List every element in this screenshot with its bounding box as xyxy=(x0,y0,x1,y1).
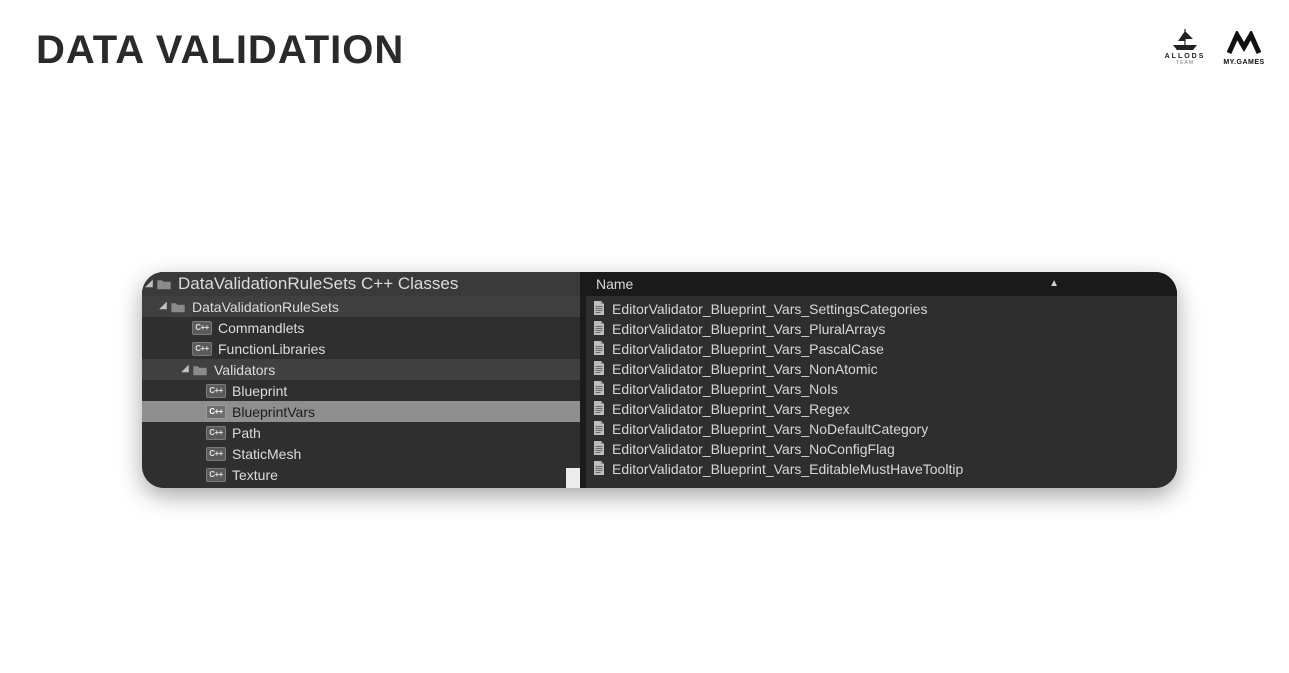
tree-item-label: Path xyxy=(232,425,261,441)
list-item-label: EditorValidator_Blueprint_Vars_Regex xyxy=(612,401,850,417)
list-item[interactable]: EditorValidator_Blueprint_Vars_NoDefault… xyxy=(592,419,1177,439)
document-icon xyxy=(592,340,606,359)
document-icon xyxy=(592,380,606,399)
list-item-label: EditorValidator_Blueprint_Vars_SettingsC… xyxy=(612,301,927,317)
folder-icon xyxy=(170,300,186,314)
document-icon xyxy=(592,460,606,479)
tree-item-label: Validators xyxy=(214,362,275,378)
expand-arrow-icon[interactable]: ◢ xyxy=(144,278,154,288)
list-item-label: EditorValidator_Blueprint_Vars_EditableM… xyxy=(612,461,963,477)
document-icon xyxy=(592,400,606,419)
cpp-icon: C++ xyxy=(206,468,226,482)
tree-root-label: DataValidationRuleSets C++ Classes xyxy=(178,274,458,294)
cpp-icon: C++ xyxy=(206,447,226,461)
allods-logo-sub: TEAM xyxy=(1176,60,1194,66)
tree-item[interactable]: ◢C++Blueprint xyxy=(142,380,580,401)
list-item-label: EditorValidator_Blueprint_Vars_NoIs xyxy=(612,381,838,397)
document-icon xyxy=(592,320,606,339)
tree-root[interactable]: ◢ DataValidationRuleSets C++ Classes xyxy=(142,272,580,296)
folder-icon xyxy=(192,363,208,377)
page-title: DATA VALIDATION xyxy=(36,28,404,73)
tree-item[interactable]: ◢C++Texture xyxy=(142,464,580,485)
cpp-icon: C++ xyxy=(206,384,226,398)
cpp-icon: C++ xyxy=(192,342,212,356)
tree-item[interactable]: ◢ DataValidationRuleSets xyxy=(142,296,580,317)
document-icon xyxy=(592,360,606,379)
allods-logo: ALLODS TEAM xyxy=(1161,22,1209,66)
tree-item-label: Texture xyxy=(232,467,278,483)
tree-item-label: Blueprint xyxy=(232,383,287,399)
list-item[interactable]: EditorValidator_Blueprint_Vars_PluralArr… xyxy=(592,319,1177,339)
list-header-name: Name xyxy=(596,276,633,292)
logo-group: ALLODS TEAM MY.GAMES xyxy=(1161,22,1269,66)
tree-item-label: BlueprintVars xyxy=(232,404,315,420)
mygames-icon xyxy=(1227,31,1261,57)
folder-icon xyxy=(156,277,172,291)
list-item[interactable]: EditorValidator_Blueprint_Vars_EditableM… xyxy=(592,459,1177,479)
list-item[interactable]: EditorValidator_Blueprint_Vars_PascalCas… xyxy=(592,339,1177,359)
list-item-label: EditorValidator_Blueprint_Vars_NonAtomic xyxy=(612,361,878,377)
tree-item-label: DataValidationRuleSets xyxy=(192,299,339,315)
tree-item-label: FunctionLibraries xyxy=(218,341,325,357)
mygames-logo: MY.GAMES xyxy=(1219,22,1269,66)
list-item[interactable]: EditorValidator_Blueprint_Vars_SettingsC… xyxy=(592,299,1177,319)
tree-item[interactable]: ◢C++StaticMesh xyxy=(142,443,580,464)
document-icon xyxy=(592,300,606,319)
list-item-label: EditorValidator_Blueprint_Vars_NoDefault… xyxy=(612,421,928,437)
tree-item[interactable]: ◢C++Commandlets xyxy=(142,317,580,338)
tree-item-label: StaticMesh xyxy=(232,446,301,462)
list-item[interactable]: EditorValidator_Blueprint_Vars_NoIs xyxy=(592,379,1177,399)
tree-item[interactable]: ◢C++BlueprintVars xyxy=(142,401,580,422)
list-item[interactable]: EditorValidator_Blueprint_Vars_NoConfigF… xyxy=(592,439,1177,459)
list-item[interactable]: EditorValidator_Blueprint_Vars_NonAtomic xyxy=(592,359,1177,379)
tree-item-label: Commandlets xyxy=(218,320,304,336)
cpp-icon: C++ xyxy=(206,405,226,419)
document-icon xyxy=(592,440,606,459)
list-item-label: EditorValidator_Blueprint_Vars_PluralArr… xyxy=(612,321,885,337)
document-icon xyxy=(592,420,606,439)
sort-arrow-icon[interactable]: ▲ xyxy=(1049,278,1059,289)
cpp-icon: C++ xyxy=(192,321,212,335)
slide: DATA VALIDATION ALLODS TEAM MY.GAMES ◢ xyxy=(0,0,1289,673)
expand-arrow-icon[interactable]: ◢ xyxy=(180,364,190,374)
scrollbar-stub[interactable] xyxy=(566,468,580,488)
cpp-icon: C++ xyxy=(206,426,226,440)
folder-tree[interactable]: ◢ DataValidationRuleSets C++ Classes ◢ Da… xyxy=(142,272,580,488)
asset-list[interactable]: Name ▲ EditorValidator_Blueprint_Vars_Se… xyxy=(586,272,1177,488)
tree-item[interactable]: ◢ Validators xyxy=(142,359,580,380)
list-header[interactable]: Name ▲ xyxy=(586,272,1177,296)
expand-arrow-icon[interactable]: ◢ xyxy=(158,301,168,311)
list-item-label: EditorValidator_Blueprint_Vars_PascalCas… xyxy=(612,341,884,357)
tree-item[interactable]: ◢C++Path xyxy=(142,422,580,443)
list-item[interactable]: EditorValidator_Blueprint_Vars_Regex xyxy=(592,399,1177,419)
content-browser-panel: ◢ DataValidationRuleSets C++ Classes ◢ Da… xyxy=(142,272,1177,488)
allods-logo-label: ALLODS xyxy=(1165,53,1206,60)
tree-item[interactable]: ◢C++FunctionLibraries xyxy=(142,338,580,359)
ship-icon xyxy=(1171,27,1199,51)
mygames-logo-label: MY.GAMES xyxy=(1223,59,1264,66)
list-item-label: EditorValidator_Blueprint_Vars_NoConfigF… xyxy=(612,441,895,457)
